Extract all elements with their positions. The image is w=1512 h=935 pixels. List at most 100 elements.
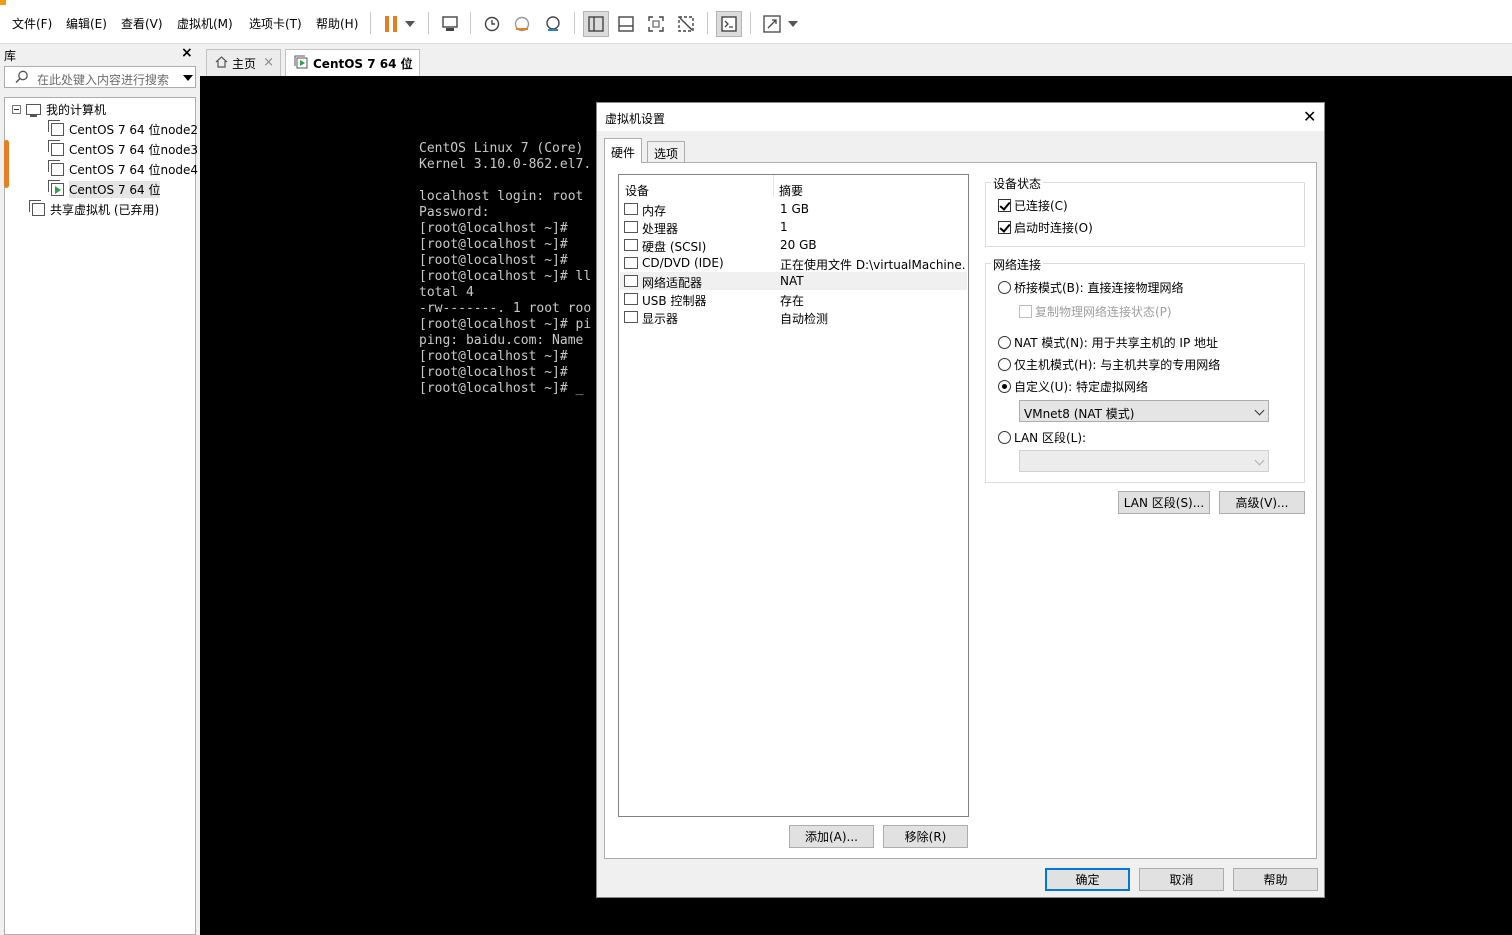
custom-network-select[interactable]: VMnet8 (NAT 模式) — [1019, 400, 1269, 422]
console-output: CentOS Linux 7 (Core) Kernel 3.10.0-862.e… — [419, 141, 599, 397]
dialog-titlebar[interactable]: 虚拟机设置 ✕ — [597, 103, 1324, 131]
device-summary: NAT — [780, 274, 804, 288]
unity-icon[interactable] — [673, 11, 699, 37]
column-summary[interactable]: 摘要 — [779, 182, 803, 199]
toolbar-separator — [707, 12, 708, 34]
tree-item-my-computer[interactable]: 我的计算机 — [12, 100, 106, 118]
library-search-input[interactable]: 在此处键入内容进行搜索 — [4, 66, 196, 88]
add-device-button[interactable]: 添加(A)... — [789, 825, 874, 848]
checkbox-checked-icon[interactable] — [998, 221, 1011, 234]
lan-segment-radio[interactable]: LAN 区段(L): — [998, 429, 1086, 446]
library-close-button[interactable]: × — [181, 45, 193, 61]
tab-home[interactable]: 主页 × — [206, 49, 281, 76]
bridged-label: 桥接模式(B): 直接连接物理网络 — [1014, 281, 1184, 295]
device-summary: 1 GB — [780, 202, 809, 216]
cd-dvd-icon — [624, 257, 638, 269]
close-icon[interactable]: × — [263, 55, 274, 70]
bridged-radio[interactable]: 桥接模式(B): 直接连接物理网络 — [998, 279, 1183, 296]
network-connection-title: 网络连接 — [991, 256, 1044, 273]
thumbnail-view-icon[interactable] — [613, 11, 639, 37]
menu-vm[interactable]: 虚拟机(M) — [177, 15, 233, 32]
menu-tabs[interactable]: 选项卡(T) — [249, 15, 302, 32]
library-scrollbar-thumb[interactable] — [4, 140, 9, 188]
collapse-icon[interactable] — [12, 104, 21, 114]
tree-item-label: CentOS 7 64 位node2 — [69, 122, 199, 137]
tree-item-vm-node4[interactable]: CentOS 7 64 位node4 — [48, 159, 199, 178]
tab-vm[interactable]: CentOS 7 64 位 × — [285, 49, 420, 76]
connected-checkbox[interactable]: 已连接(C) — [998, 197, 1068, 214]
chevron-down-icon — [1254, 455, 1265, 466]
nat-radio[interactable]: NAT 模式(N): 用于共享主机的 IP 地址 — [998, 334, 1218, 351]
console-line: -rw-------. 1 root roo — [419, 301, 592, 316]
tab-hardware[interactable]: 硬件 — [604, 138, 643, 163]
dropdown-icon[interactable] — [400, 11, 420, 37]
radio-icon[interactable] — [998, 358, 1011, 371]
console-icon[interactable] — [716, 11, 742, 37]
console-line: [root@localhost ~]# — [419, 365, 568, 380]
radio-icon[interactable] — [998, 431, 1011, 444]
device-name: 显示器 — [642, 312, 679, 326]
custom-radio[interactable]: 自定义(U): 特定虚拟网络 — [998, 378, 1148, 395]
radio-icon[interactable] — [998, 281, 1011, 294]
revert-snapshot-icon[interactable] — [509, 11, 535, 37]
device-row[interactable]: 处理器 1 — [620, 218, 967, 236]
connect-at-power-on-checkbox[interactable]: 启动时连接(O) — [998, 219, 1093, 236]
console-line: [root@localhost ~]# — [419, 253, 568, 268]
device-name: USB 控制器 — [642, 294, 707, 308]
network-adapter-icon — [624, 275, 638, 287]
lan-segments-button[interactable]: LAN 区段(S)... — [1118, 491, 1210, 514]
menu-view[interactable]: 查看(V) — [121, 15, 163, 32]
device-name: 内存 — [642, 204, 667, 218]
close-icon[interactable]: × — [402, 55, 413, 70]
ok-button[interactable]: 确定 — [1045, 868, 1130, 891]
device-row[interactable]: 网络适配器 NAT — [620, 272, 967, 290]
console-line: Kernel 3.10.0-862.el7. — [419, 157, 592, 172]
search-icon — [15, 70, 29, 87]
fullscreen-icon[interactable] — [643, 11, 669, 37]
menu-file[interactable]: 文件(F) — [12, 15, 52, 32]
device-row[interactable]: 内存 1 GB — [620, 200, 967, 218]
tree-item-label: CentOS 7 64 位node4 — [69, 162, 199, 177]
library-view-icon[interactable] — [583, 11, 609, 37]
device-name: 硬盘 (SCSI) — [642, 240, 707, 254]
device-name: 处理器 — [642, 222, 679, 236]
radio-icon[interactable] — [998, 336, 1011, 349]
lan-segment-select — [1019, 450, 1269, 472]
device-row[interactable]: USB 控制器 存在 — [620, 290, 967, 308]
cancel-button[interactable]: 取消 — [1139, 868, 1224, 891]
tree-item-vm-centos[interactable]: CentOS 7 64 位 — [48, 179, 161, 198]
network-connection-group: 网络连接 桥接模式(B): 直接连接物理网络 复制物理网络连接状态(P) NAT… — [985, 256, 1305, 483]
column-device[interactable]: 设备 — [625, 182, 649, 199]
toolbar-separator — [428, 12, 429, 34]
send-ctrl-alt-del-icon[interactable] — [437, 11, 463, 37]
snapshot-manager-icon[interactable] — [540, 11, 566, 37]
device-row[interactable]: 硬盘 (SCSI) 20 GB — [620, 236, 967, 254]
menu-edit[interactable]: 编辑(E) — [66, 15, 107, 32]
vm-icon — [48, 139, 64, 156]
help-button[interactable]: 帮助 — [1233, 868, 1318, 891]
stretch-icon[interactable] — [759, 11, 785, 37]
search-placeholder: 在此处键入内容进行搜索 — [37, 73, 170, 87]
device-name: CD/DVD (IDE) — [642, 256, 724, 270]
snapshot-icon[interactable] — [479, 11, 505, 37]
tab-options[interactable]: 选项 — [647, 141, 686, 163]
radio-checked-icon[interactable] — [998, 380, 1011, 393]
tree-item-label: 我的计算机 — [46, 102, 107, 117]
memory-icon — [624, 203, 638, 215]
checkbox-checked-icon[interactable] — [998, 199, 1011, 212]
connected-label: 已连接(C) — [1014, 199, 1068, 213]
host-only-radio[interactable]: 仅主机模式(H): 与主机共享的专用网络 — [998, 356, 1220, 373]
replicate-state-checkbox: 复制物理网络连接状态(P) — [1019, 303, 1172, 320]
stretch-dropdown-icon[interactable] — [783, 11, 803, 37]
tree-item-vm-node3[interactable]: CentOS 7 64 位node3 — [48, 139, 198, 158]
device-row[interactable]: CD/DVD (IDE) 正在使用文件 D:\virtualMachine... — [620, 254, 967, 272]
tree-item-shared-vms[interactable]: 共享虚拟机 (已弃用) — [29, 199, 159, 218]
tree-item-vm-node2[interactable]: CentOS 7 64 位node2 — [48, 119, 199, 138]
menu-help[interactable]: 帮助(H) — [316, 15, 358, 32]
dialog-close-button[interactable]: ✕ — [1303, 107, 1316, 126]
advanced-button[interactable]: 高级(V)... — [1219, 491, 1305, 514]
device-list-header: 设备 摘要 — [619, 175, 968, 199]
search-dropdown-icon[interactable] — [183, 75, 193, 81]
remove-device-button[interactable]: 移除(R) — [883, 825, 968, 848]
device-row[interactable]: 显示器 自动检测 — [620, 308, 967, 326]
